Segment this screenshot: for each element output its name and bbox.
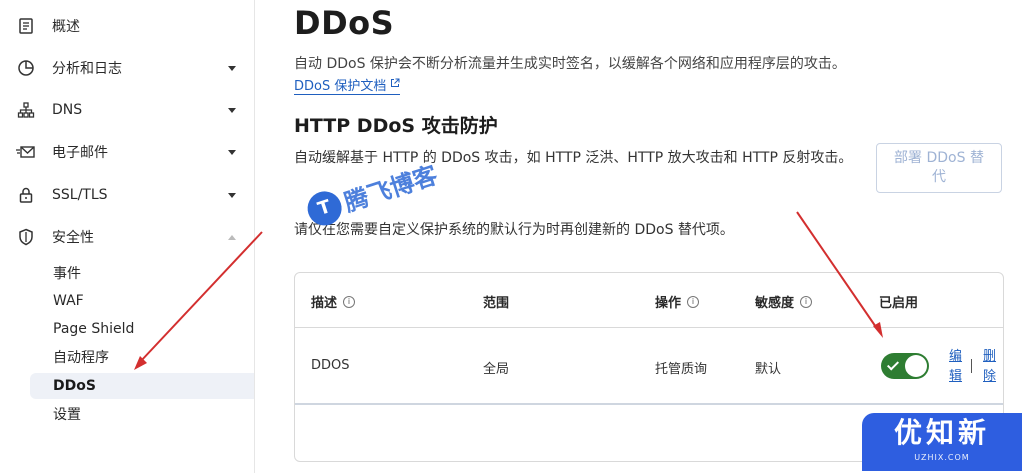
cell-scope: 全局 [483, 362, 510, 377]
column-header-description: 描述 i [311, 292, 356, 311]
chevron-down-icon [228, 192, 236, 198]
sidebar-subitem-waf[interactable]: WAF [30, 288, 254, 314]
column-label: 操作 [655, 296, 682, 311]
sidebar-item-dns[interactable]: DNS [0, 89, 255, 131]
sidebar-item-label: DNS [52, 102, 83, 118]
badge-title: 优知新 [893, 416, 990, 449]
main-content: DDoS 自动 DDoS 保护会不断分析流量并生成实时签名，以缓解各个网络和应用… [256, 0, 1024, 473]
sidebar-item-overview[interactable]: 概述 [0, 5, 255, 47]
column-label: 敏感度 [755, 296, 795, 311]
lock-icon [16, 185, 36, 205]
check-icon [886, 358, 900, 371]
table-header: 描述 i 范围 操作 i 敏感度 i 已启用 [295, 273, 1003, 328]
action-divider [971, 359, 972, 373]
enabled-toggle[interactable] [881, 353, 929, 379]
site-badge: 优知新 UZHIX.COM [862, 413, 1022, 471]
page-title: DDoS [294, 4, 395, 42]
sidebar-subitem-events[interactable]: 事件 [30, 260, 254, 286]
deploy-ddos-override-button[interactable]: 部署 DDoS 替代 [876, 143, 1002, 193]
sidebar-item-label: 安全性 [52, 230, 94, 246]
sidebar-subitem-bots[interactable]: 自动程序 [30, 344, 254, 370]
edit-link[interactable]: 编辑 [949, 347, 965, 387]
sidebar-subitem-page-shield[interactable]: Page Shield [30, 316, 254, 342]
column-label: 已启用 [879, 296, 919, 311]
cell-sensitivity: 默认 [755, 362, 782, 377]
sidebar-item-label: 分析和日志 [52, 61, 122, 77]
delete-link[interactable]: 删除 [983, 347, 999, 387]
column-label: 描述 [311, 296, 338, 311]
column-header-action: 操作 i [655, 292, 700, 311]
info-icon[interactable]: i [687, 295, 700, 308]
cell-description: DDOS [311, 358, 350, 373]
email-icon [16, 142, 36, 162]
sidebar-subitem-settings[interactable]: 设置 [30, 401, 254, 427]
sidebar-subitem-ddos[interactable]: DDoS [30, 373, 254, 399]
column-header-scope: 范围 [483, 292, 509, 311]
document-icon [16, 16, 36, 36]
sidebar: 概述 分析和日志 DNS 电子邮件 SSL/TLS 安全性 事件 WAF Pag… [0, 0, 255, 473]
toggle-knob [905, 355, 927, 377]
page-description: 自动 DDoS 保护会不断分析流量并生成实时签名，以缓解各个网络和应用程序层的攻… [294, 56, 846, 72]
external-link-icon [390, 77, 400, 92]
override-hint: 请仅在您需要自定义保护系统的默认行为时再创建新的 DDoS 替代项。 [294, 222, 734, 238]
section-title: HTTP DDoS 攻击防护 [294, 115, 498, 137]
cell-action: 托管质询 [655, 362, 708, 377]
info-icon[interactable]: i [343, 295, 356, 308]
ddos-docs-link[interactable]: DDoS 保护文档 [294, 75, 401, 95]
badge-subtitle: UZHIX.COM [914, 453, 970, 462]
sidebar-item-email[interactable]: 电子邮件 [0, 131, 255, 173]
sidebar-item-security[interactable]: 安全性 [0, 216, 255, 258]
doc-link-label: DDoS 保护文档 [294, 79, 387, 94]
chevron-down-icon [228, 149, 236, 155]
chart-icon [16, 58, 36, 78]
chevron-down-icon [228, 107, 236, 113]
info-icon[interactable]: i [800, 295, 813, 308]
sidebar-item-analytics[interactable]: 分析和日志 [0, 47, 255, 89]
sidebar-item-ssl-tls[interactable]: SSL/TLS [0, 174, 255, 216]
column-header-sensitivity: 敏感度 i [755, 292, 813, 311]
shield-icon [16, 227, 36, 247]
column-header-enabled: 已启用 [879, 292, 918, 311]
section-description: 自动缓解基于 HTTP 的 DDoS 攻击，如 HTTP 泛洪、HTTP 放大攻… [294, 150, 853, 166]
sidebar-item-label: 概述 [52, 19, 80, 35]
chevron-up-icon [228, 234, 236, 240]
sidebar-item-label: SSL/TLS [52, 187, 108, 203]
sidebar-item-label: 电子邮件 [52, 145, 108, 161]
network-icon [16, 100, 36, 120]
column-label: 范围 [483, 296, 510, 311]
table-row: DDOS 全局 托管质询 默认 编辑 删除 [295, 329, 1003, 405]
chevron-down-icon [228, 65, 236, 71]
